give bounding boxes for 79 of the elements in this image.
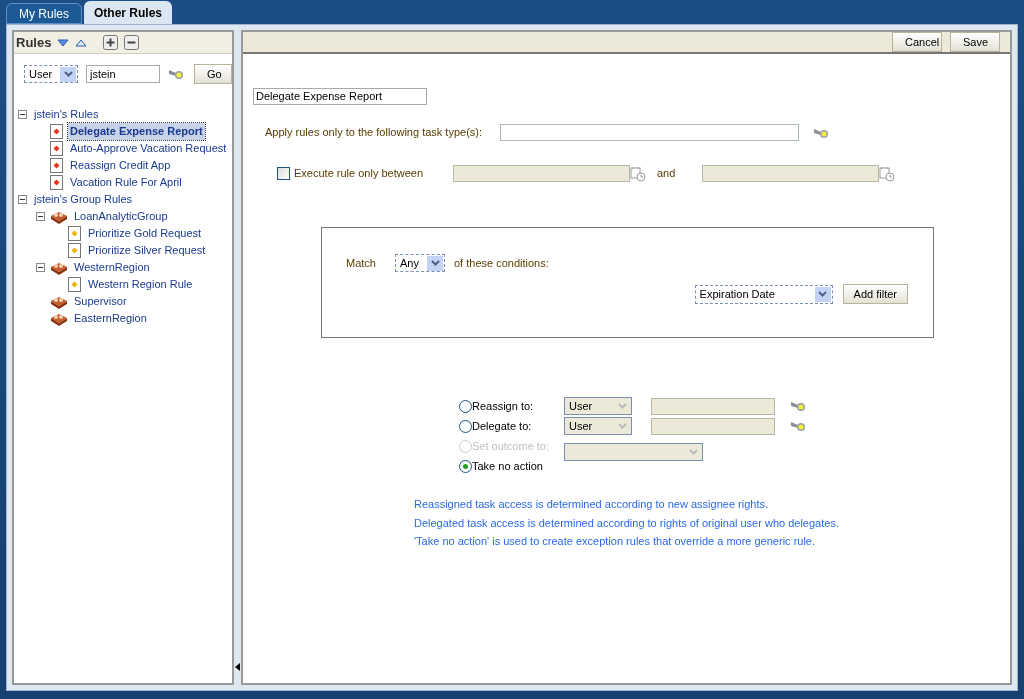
radio-label: Delegate to: xyxy=(472,418,533,434)
chevron-down-icon xyxy=(63,71,73,77)
chevron-down-icon xyxy=(617,423,627,429)
assignee-field[interactable] xyxy=(651,397,775,415)
group-icon xyxy=(50,260,68,275)
rule-document-icon xyxy=(50,124,64,139)
collapse-icon[interactable] xyxy=(36,212,45,221)
collapse-icon[interactable] xyxy=(18,110,27,119)
button[interactable]: Go xyxy=(194,64,232,84)
start-date-field[interactable] xyxy=(453,165,630,182)
group-icon xyxy=(50,294,68,309)
field-label: Apply rules only to the following task type(s): xyxy=(265,125,484,141)
tree-item[interactable]: jstein's Rules xyxy=(32,106,101,123)
filter-select[interactable]: Expiration Date xyxy=(694,284,833,304)
panel-title: Rules xyxy=(16,33,52,52)
button[interactable]: Add filter xyxy=(842,284,908,304)
checkbox-label: Execute rule only between xyxy=(294,166,425,182)
assignee-type-select[interactable]: User xyxy=(564,397,632,415)
flashlight-icon[interactable] xyxy=(790,419,806,433)
collapse-icon[interactable] xyxy=(18,195,27,204)
assignee-field[interactable] xyxy=(651,417,775,435)
radio-button[interactable] xyxy=(459,419,472,433)
calendar-clock-icon[interactable] xyxy=(630,165,646,182)
radio-button[interactable] xyxy=(459,399,472,413)
match-label: Match xyxy=(346,255,377,271)
flashlight-icon[interactable] xyxy=(790,399,806,413)
tree-item[interactable]: EasternRegion xyxy=(72,310,149,327)
tree-item[interactable]: Prioritize Gold Request xyxy=(86,225,204,242)
and-label: and xyxy=(657,166,677,182)
chevron-down-icon xyxy=(688,449,698,455)
conditions-label: of these conditions: xyxy=(454,255,549,271)
remove-icon[interactable] xyxy=(124,35,140,50)
rule-document-icon xyxy=(68,243,82,258)
tree-item[interactable]: Prioritize Silver Request xyxy=(86,242,208,259)
sort-ascending-icon[interactable] xyxy=(75,38,88,47)
radio-label: Reassign to: xyxy=(472,398,535,414)
help-note: Delegated task access is determined according to rights of original user who delegates. xyxy=(414,515,840,531)
chevron-down-icon xyxy=(430,260,440,266)
group-icon xyxy=(50,311,68,326)
rule-document-icon xyxy=(50,141,64,156)
help-note: Reassigned task access is determined according to new assignee rights. xyxy=(414,497,770,512)
end-date-field[interactable] xyxy=(702,165,879,182)
radio-label: Set outcome to: xyxy=(472,438,551,454)
tree-item[interactable]: Auto-Approve Vacation Request xyxy=(68,140,229,157)
group-icon xyxy=(50,209,68,224)
tab[interactable]: Other Rules xyxy=(84,1,173,24)
button[interactable]: Cancel xyxy=(892,32,942,52)
sort-descending-icon[interactable] xyxy=(57,38,70,47)
match-select[interactable]: Any xyxy=(395,254,445,272)
type-select[interactable]: User xyxy=(24,65,78,83)
tree-item[interactable]: Delegate Expense Report xyxy=(68,123,205,140)
tree-item[interactable]: WesternRegion xyxy=(72,259,152,276)
user-field[interactable]: jstein xyxy=(86,65,160,83)
tree-item[interactable]: LoanAnalyticGroup xyxy=(72,208,170,225)
rule-document-icon xyxy=(68,226,82,241)
tree-item[interactable]: jstein's Group Rules xyxy=(32,191,135,208)
rule-document-icon xyxy=(50,175,64,190)
outcome-select[interactable] xyxy=(564,443,703,461)
rule-name-field[interactable]: Delegate Expense Report xyxy=(253,87,427,105)
tree-item[interactable]: Western Region Rule xyxy=(86,276,195,293)
flashlight-icon[interactable] xyxy=(168,67,184,81)
add-icon[interactable] xyxy=(103,35,119,50)
assignee-type-select[interactable]: User xyxy=(564,417,632,435)
collapse-icon[interactable] xyxy=(36,263,45,272)
checkbox[interactable] xyxy=(277,167,290,180)
rule-document-icon xyxy=(50,158,64,173)
rule-document-icon xyxy=(68,277,82,292)
radio-label: Take no action xyxy=(472,458,544,474)
tree-item[interactable]: Reassign Credit App xyxy=(68,157,173,174)
tree-item[interactable]: Supervisor xyxy=(72,293,129,310)
radio-button[interactable] xyxy=(459,459,472,473)
calendar-clock-icon[interactable] xyxy=(879,165,895,182)
chevron-down-icon xyxy=(818,291,828,297)
tab[interactable]: My Rules xyxy=(6,3,82,24)
task-type-field[interactable] xyxy=(500,124,799,141)
tree-item[interactable]: Vacation Rule For April xyxy=(68,174,184,191)
chevron-down-icon xyxy=(617,403,627,409)
help-note: 'Take no action' is used to create exception rules that override a more generic rule. xyxy=(414,534,817,549)
button[interactable]: Save xyxy=(950,32,1000,52)
